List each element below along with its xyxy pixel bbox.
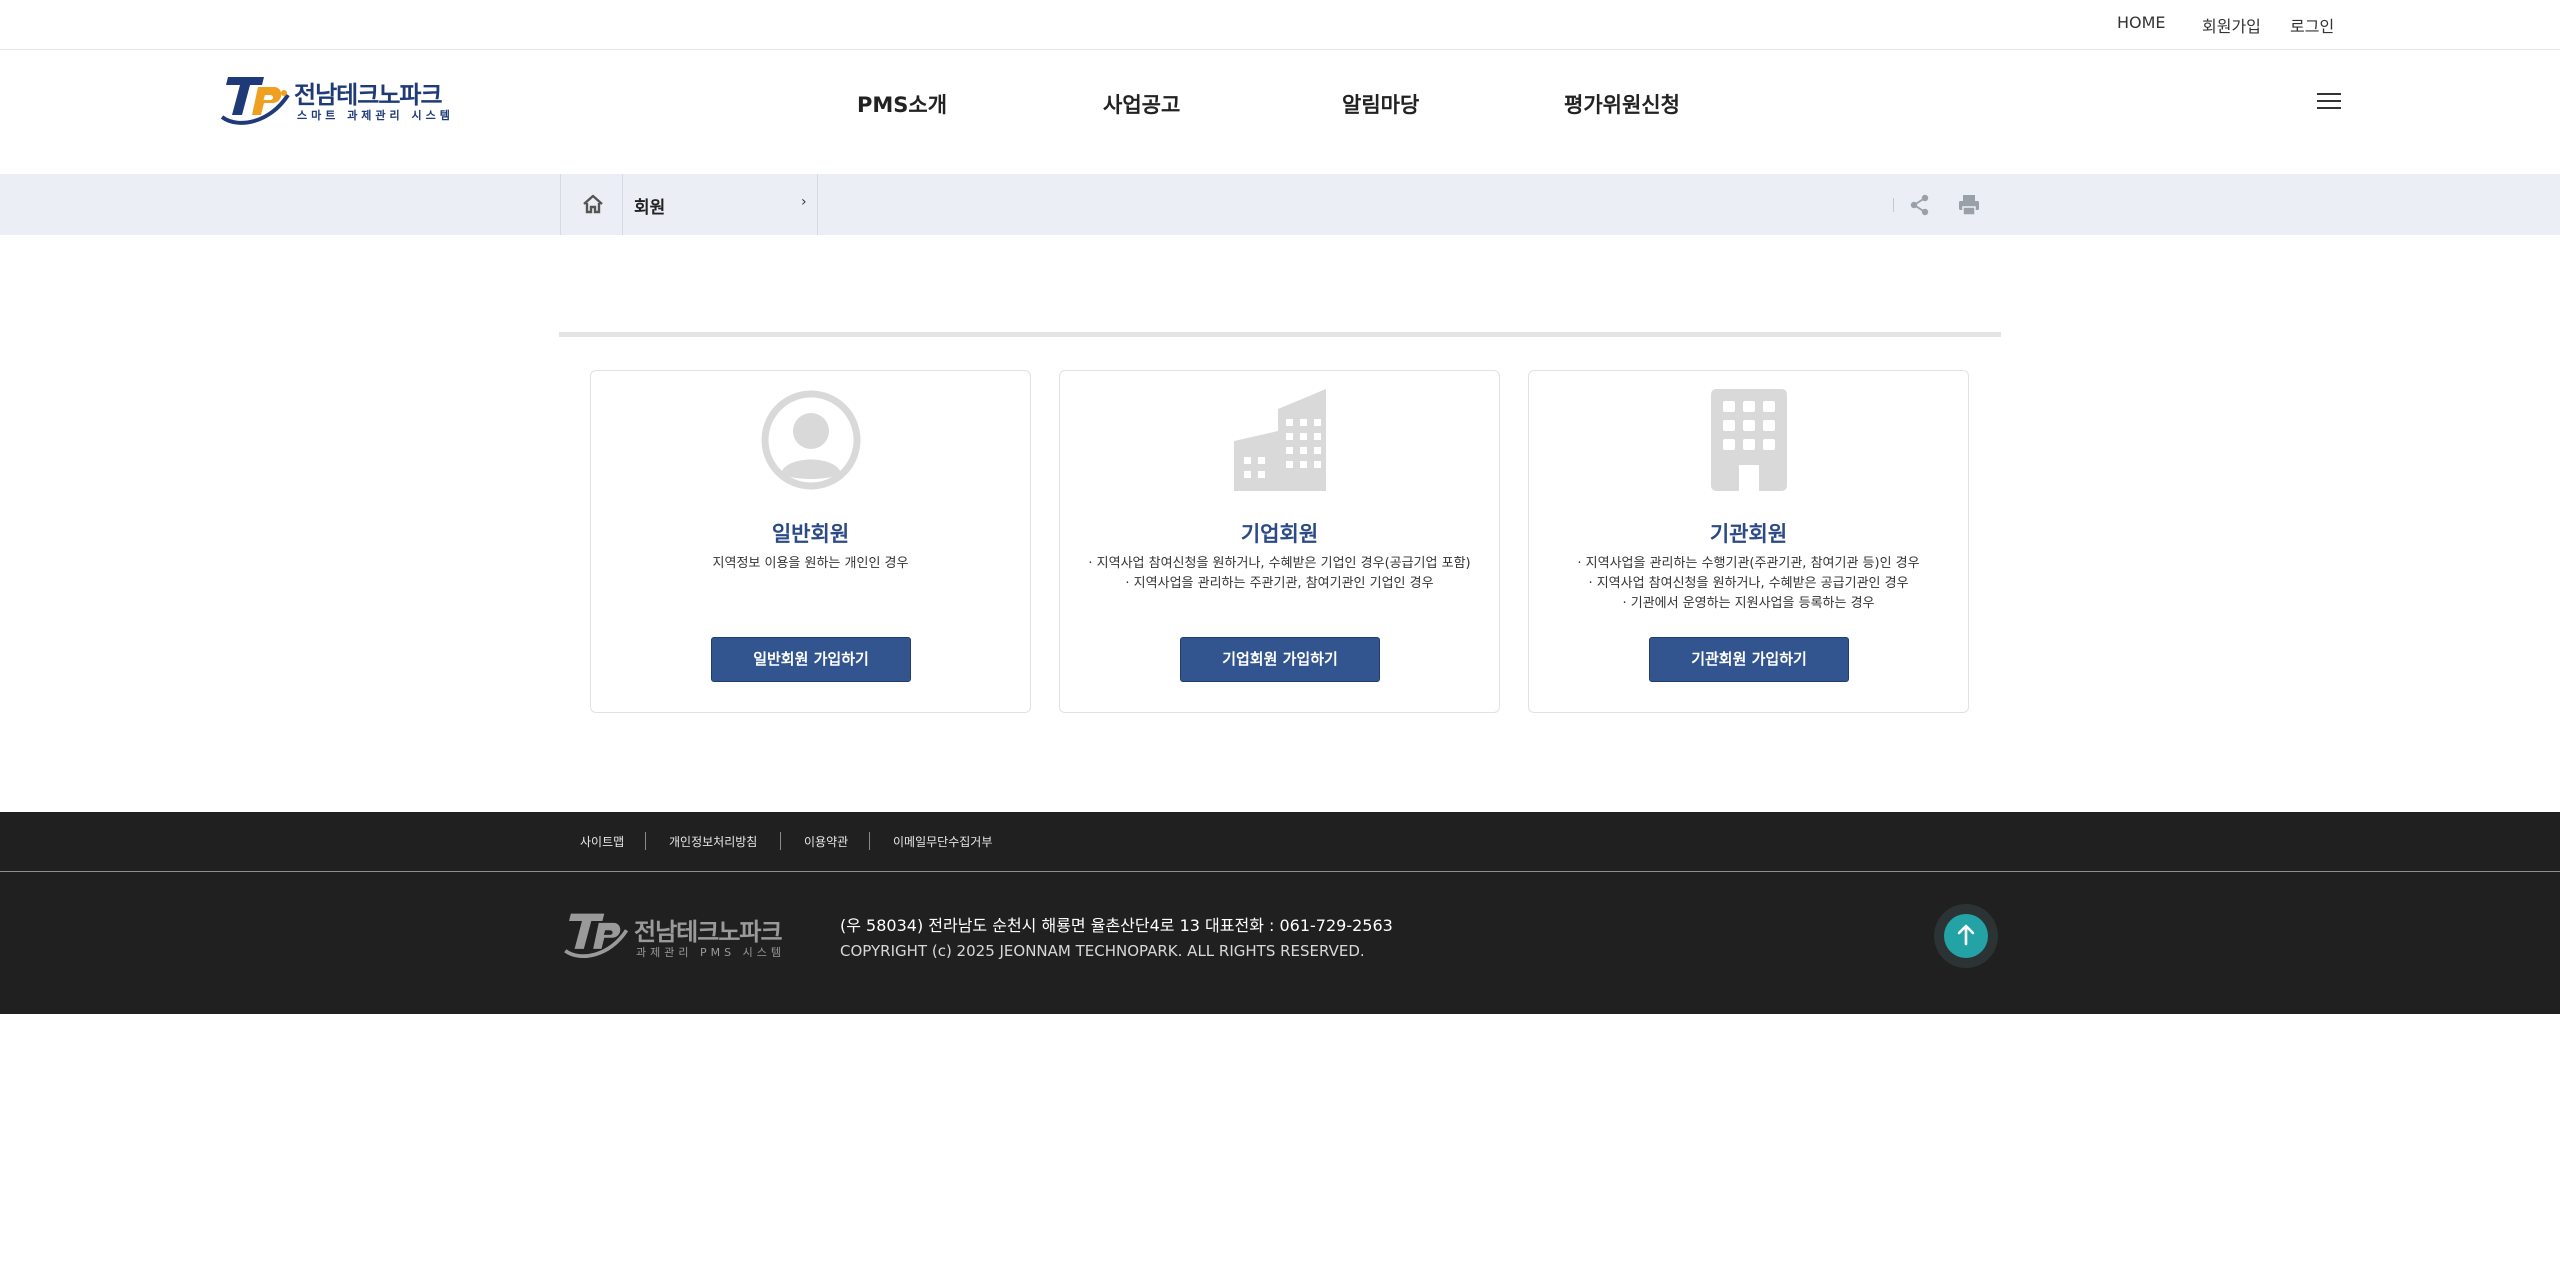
join-institution-button[interactable]: 기관회원 가입하기	[1649, 637, 1849, 682]
card-description: 지역정보 이용을 원하는 개인인 경우	[712, 556, 909, 571]
scroll-top-button[interactable]	[1934, 904, 1998, 968]
card-descriptions: · 지역사업 참여신청을 원하거나, 수혜받은 기업인 경우(공급기업 포함) …	[1060, 554, 1499, 594]
member-card-institution: 기관회원 · 지역사업을 관리하는 수행기관(주관기관, 참여기관 등)인 경우…	[1528, 370, 1969, 713]
join-link[interactable]: 회원가입	[2202, 13, 2261, 37]
breadcrumb-current: 회원	[634, 198, 666, 218]
join-general-button[interactable]: 일반회원 가입하기	[711, 637, 911, 682]
card-description: · 지역사업 참여신청을 원하거나, 수혜받은 기업인 경우(공급기업 포함)	[1088, 556, 1471, 571]
footer-link-email-refusal[interactable]: 이메일무단수집거부	[893, 833, 992, 850]
print-icon[interactable]	[1958, 194, 1980, 216]
join-company-button[interactable]: 기업회원 가입하기	[1180, 637, 1380, 682]
content-divider	[559, 332, 2001, 337]
card-description: · 기관에서 운영하는 지원사업을 등록하는 경우	[1622, 596, 1875, 611]
card-description: · 지역사업 참여신청을 원하거나, 수혜받은 공급기관인 경우	[1588, 576, 1909, 591]
card-descriptions: · 지역사업을 관리하는 수행기관(주관기관, 참여기관 등)인 경우 · 지역…	[1529, 554, 1968, 614]
institution-building-icon	[1711, 389, 1787, 491]
member-card-company: 기업회원 · 지역사업 참여신청을 원하거나, 수혜받은 기업인 경우(공급기업…	[1059, 370, 1500, 713]
member-card-general: 일반회원 지역정보 이용을 원하는 개인인 경우 일반회원 가입하기	[590, 370, 1031, 713]
footer-link-divider	[780, 832, 781, 850]
card-description: · 지역사업을 관리하는 수행기관(주관기관, 참여기관 등)인 경우	[1577, 556, 1920, 571]
footer-address: (우 58034) 전라남도 순천시 해룡면 율촌산단4로 13 대표전화 : …	[840, 916, 1393, 935]
company-building-icon	[1234, 389, 1326, 491]
login-link[interactable]: 로그인	[2290, 13, 2334, 37]
logo-subtitle: 스마트 과제관리 시스템	[297, 109, 454, 122]
chevron-right-icon: ›	[801, 194, 807, 210]
footer-link-privacy[interactable]: 개인정보처리방침	[669, 833, 757, 850]
site-footer: 전남테크노파크 과제관리 PMS 시스템 (우 58034) 전라남도 순천시 …	[0, 872, 2560, 1014]
utility-bar: HOME 회원가입 로그인	[0, 0, 2560, 50]
nav-item-business-notice[interactable]: 사업공고	[1103, 89, 1180, 119]
nav-item-evaluator-apply[interactable]: 평가위원신청	[1564, 89, 1680, 119]
home-link[interactable]: HOME	[2117, 13, 2166, 32]
footer-link-sitemap[interactable]: 사이트맵	[580, 833, 624, 850]
card-title: 일반회원	[771, 522, 850, 546]
nav-item-notice-board[interactable]: 알림마당	[1342, 89, 1419, 119]
toolbar-divider	[1893, 198, 1894, 212]
breadcrumb-depth-select[interactable]: 회원 ›	[623, 174, 818, 235]
footer-links: 사이트맵 개인정보처리방침 이용약관 이메일무단수집거부	[0, 812, 2560, 871]
breadcrumb-home-button[interactable]	[560, 174, 623, 235]
site-header: 전남테크노파크 스마트 과제관리 시스템 PMS소개 사업공고 알림마당 평가위…	[0, 51, 2560, 174]
home-icon	[583, 194, 603, 214]
arrow-up-icon	[1957, 924, 1975, 946]
share-icon[interactable]	[1910, 194, 1930, 216]
footer-link-divider	[869, 832, 870, 850]
hamburger-menu-icon[interactable]	[2317, 93, 2341, 113]
card-description: · 지역사업을 관리하는 주관기관, 참여기관인 기업인 경우	[1125, 576, 1434, 591]
footer-link-terms[interactable]: 이용약관	[804, 833, 848, 850]
logo-name: 전남테크노파크	[294, 81, 443, 109]
site-logo[interactable]: 전남테크노파크 스마트 과제관리 시스템	[218, 71, 450, 127]
footer-logo-name: 전남테크노파크	[634, 918, 783, 946]
card-descriptions: 지역정보 이용을 원하는 개인인 경우	[591, 554, 1030, 574]
logo-mark-icon	[564, 913, 629, 959]
footer-link-divider	[645, 832, 646, 850]
nav-item-pms-intro[interactable]: PMS소개	[857, 89, 947, 119]
person-icon	[761, 390, 861, 490]
card-title: 기관회원	[1709, 522, 1788, 546]
footer-copyright: COPYRIGHT (c) 2025 JEONNAM TECHNOPARK. A…	[840, 942, 1365, 960]
footer-logo-subtitle: 과제관리 PMS 시스템	[636, 946, 785, 959]
logo-mark-icon	[220, 77, 290, 125]
card-title: 기업회원	[1240, 522, 1319, 546]
footer-logo: 전남테크노파크 과제관리 PMS 시스템	[559, 908, 783, 960]
breadcrumb: 회원 ›	[0, 174, 2560, 235]
